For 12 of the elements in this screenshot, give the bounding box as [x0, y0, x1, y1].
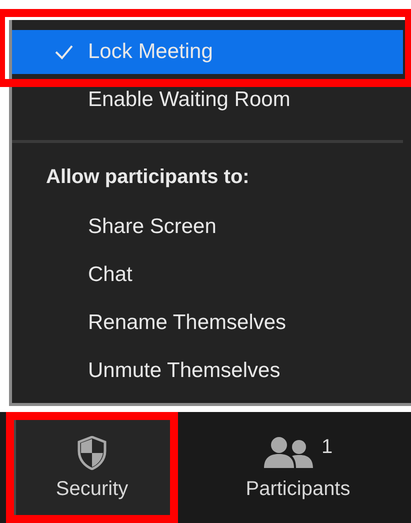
- people-icon: [263, 436, 316, 470]
- menu-item[interactable]: Enable Waiting Room: [12, 78, 403, 122]
- check-icon: [54, 44, 74, 60]
- participants-button[interactable]: 1 Participants: [208, 412, 388, 523]
- shield-icon: [77, 436, 107, 470]
- participant-count: 1: [321, 436, 333, 459]
- menu-item[interactable]: Lock Meeting: [12, 30, 403, 74]
- menu-item[interactable]: Chat: [12, 253, 411, 297]
- menu-item[interactable]: Rename Themselves: [12, 301, 411, 345]
- menu-item[interactable]: Unmute Themselves: [12, 349, 411, 393]
- section-heading: Allow participants to:: [45, 164, 250, 190]
- menu-item[interactable]: Share Screen: [12, 205, 411, 249]
